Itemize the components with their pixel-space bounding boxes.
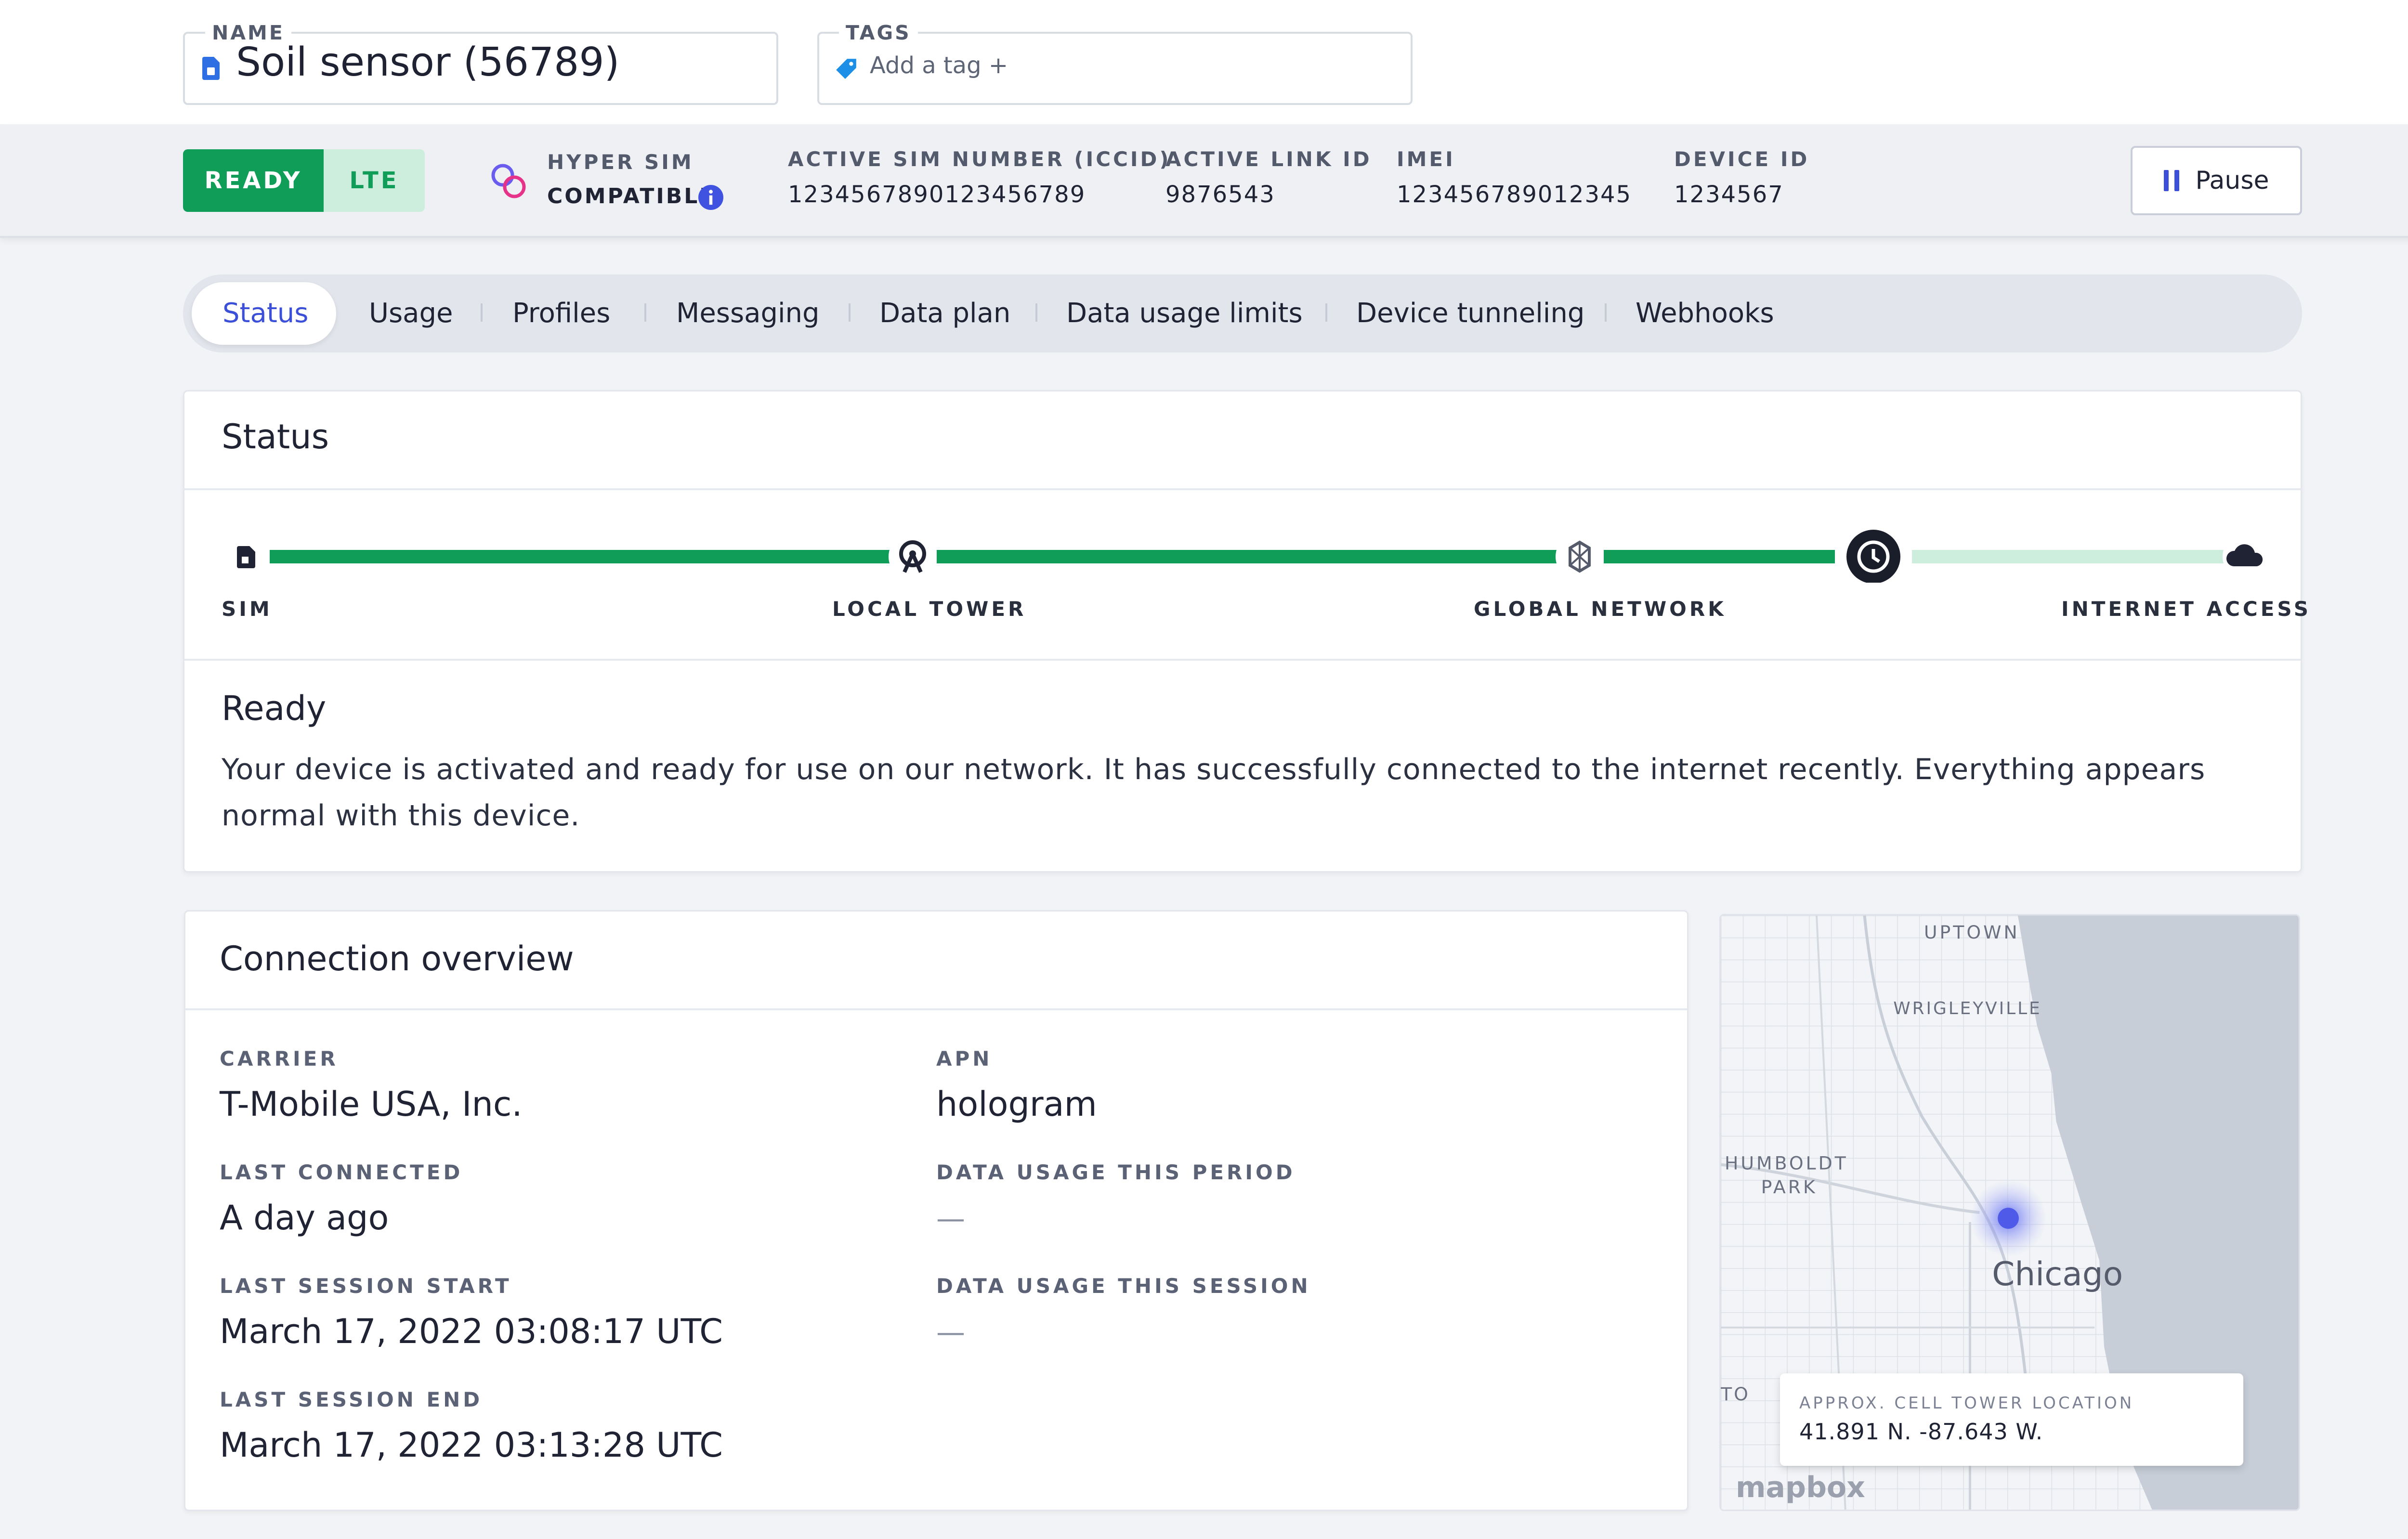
tower-step-icon	[889, 533, 937, 581]
sim-card-icon	[202, 57, 220, 80]
apn-label: APN	[936, 1047, 993, 1070]
link-id-value: 9876543	[1165, 181, 1275, 208]
session-start-value: March 17, 2022 03:08:17 UTC	[220, 1312, 723, 1351]
usage-period-value: —	[936, 1202, 965, 1236]
connection-progress	[222, 530, 2271, 583]
hyper-sim-value: COMPATIBLE	[547, 184, 716, 209]
status-badge: READY	[183, 149, 324, 212]
status-title: Status	[222, 417, 329, 456]
progress-segment-complete	[937, 550, 1558, 563]
sim-step-icon	[222, 533, 270, 581]
map-label-park: PARK	[1761, 1176, 1818, 1198]
session-start-label: LAST SESSION START	[220, 1274, 512, 1298]
tab-data-usage-limits[interactable]: Data usage limits	[1066, 298, 1303, 329]
tab-separator	[1035, 303, 1037, 322]
iccid-label: ACTIVE SIM NUMBER (ICCID)	[788, 147, 1171, 171]
pause-label: Pause	[2195, 166, 2269, 195]
map-tooltip-label: APPROX. CELL TOWER LOCATION	[1799, 1394, 2134, 1413]
map-label-to: TO	[1721, 1383, 1750, 1405]
tags-label: TAGS	[839, 21, 918, 44]
step-label-internet-access: INTERNET ACCESS	[2061, 597, 2312, 621]
map-label-chicago: Chicago	[1992, 1255, 2123, 1293]
carrier-label: CARRIER	[220, 1047, 339, 1070]
apn-value: hologram	[936, 1084, 1097, 1124]
map-tooltip-value: 41.891 N. -87.643 W.	[1799, 1419, 2043, 1445]
progress-segment-complete	[1604, 550, 1835, 563]
hyper-sim-icon	[491, 164, 526, 198]
imei-label: IMEI	[1397, 147, 1455, 171]
tab-separator	[644, 303, 646, 322]
carrier-value: T-Mobile USA, Inc.	[220, 1084, 523, 1124]
map-label-wrigleyville: WRIGLEYVILLE	[1893, 999, 2042, 1018]
tower-marker-icon	[1998, 1208, 2019, 1229]
usage-period-label: DATA USAGE THIS PERIOD	[936, 1161, 1296, 1184]
tab-separator	[1325, 303, 1327, 322]
state-title: Ready	[222, 689, 327, 728]
hyper-sim-label: HYPER SIM	[547, 150, 694, 174]
divider	[185, 1008, 1687, 1010]
tag-icon	[836, 59, 856, 79]
info-icon[interactable]	[698, 185, 723, 210]
session-end-value: March 17, 2022 03:13:28 UTC	[220, 1425, 723, 1465]
iccid-value: 1234567890123456789	[788, 181, 1086, 208]
mapbox-logo[interactable]: mapbox	[1736, 1471, 1865, 1504]
progress-segment-complete	[270, 550, 891, 563]
session-end-label: LAST SESSION END	[220, 1388, 483, 1411]
pause-icon	[2163, 170, 2179, 191]
divider	[184, 488, 2301, 490]
link-id-label: ACTIVE LINK ID	[1165, 147, 1372, 171]
last-connected-value: A day ago	[220, 1198, 389, 1238]
device-name-input[interactable]: Soil sensor (56789)	[236, 39, 620, 85]
global-network-step-icon	[1556, 533, 1604, 581]
connection-overview-title: Connection overview	[220, 939, 574, 978]
map-label-uptown: UPTOWN	[1924, 922, 2020, 943]
imei-value: 123456789012345	[1397, 181, 1632, 208]
step-label-sim: SIM	[222, 597, 273, 621]
network-type-badge: LTE	[324, 149, 425, 212]
pause-button[interactable]: Pause	[2131, 146, 2302, 215]
cloud-step-icon	[2223, 533, 2271, 581]
last-connected-label: LAST CONNECTED	[220, 1161, 463, 1184]
divider	[184, 659, 2301, 661]
step-label-local-tower: LOCAL TOWER	[832, 597, 1027, 621]
add-tag-input[interactable]: Add a tag +	[870, 52, 1008, 79]
step-label-global-network: GLOBAL NETWORK	[1474, 597, 1727, 621]
state-description: Your device is activated and ready for u…	[222, 753, 2206, 833]
tab-data-plan[interactable]: Data plan	[879, 298, 1010, 329]
tab-status[interactable]: Status	[222, 298, 308, 329]
device-id-label: DEVICE ID	[1674, 147, 1810, 171]
tab-messaging[interactable]: Messaging	[676, 298, 820, 329]
map-label-humboldt: HUMBOLDT	[1725, 1152, 1848, 1174]
tab-webhooks[interactable]: Webhooks	[1636, 298, 1774, 329]
usage-session-label: DATA USAGE THIS SESSION	[936, 1274, 1311, 1298]
usage-session-value: —	[936, 1316, 965, 1349]
current-step-icon	[1846, 530, 1900, 583]
tab-separator	[849, 303, 851, 322]
tab-profiles[interactable]: Profiles	[512, 298, 610, 329]
progress-segment-pending	[1912, 550, 2225, 563]
tab-usage[interactable]: Usage	[369, 298, 453, 329]
tab-separator	[481, 303, 483, 322]
tab-separator	[1605, 303, 1607, 322]
tab-device-tunneling[interactable]: Device tunneling	[1356, 298, 1584, 329]
device-id-value: 1234567	[1674, 181, 1784, 208]
